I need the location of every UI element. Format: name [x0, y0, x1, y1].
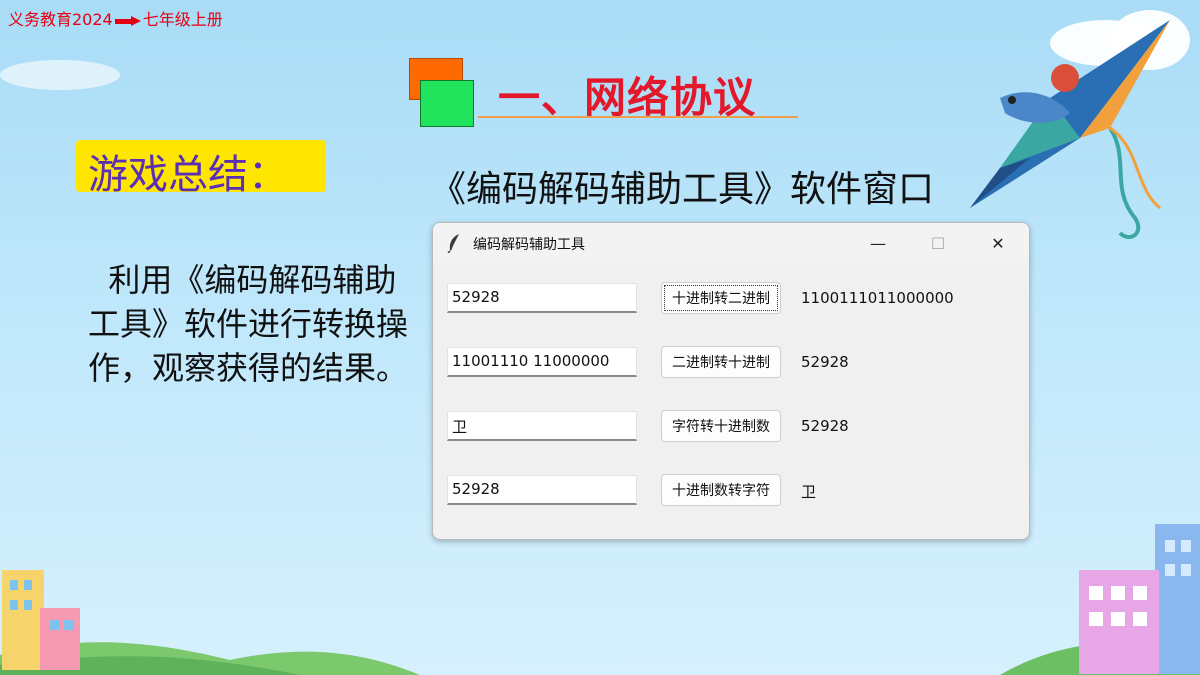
binary-to-decimal-button[interactable]: 二进制转十进制: [661, 346, 781, 378]
binary-input[interactable]: 11001110 11000000: [447, 347, 637, 377]
decimal-result: 52928: [801, 353, 849, 371]
breadcrumb: 义务教育2024 七年级上册: [8, 6, 223, 30]
binary-result: 1100111011000000: [801, 289, 954, 307]
cloud-decoration: [0, 60, 120, 90]
character-input[interactable]: 卫: [447, 411, 637, 441]
decimal-input[interactable]: 52928: [447, 283, 637, 313]
character-result: 卫: [801, 483, 817, 501]
minimize-button[interactable]: —: [855, 229, 901, 257]
window-titlebar[interactable]: 编码解码辅助工具 — ☐ ✕: [433, 223, 1029, 263]
maximize-button[interactable]: ☐: [915, 229, 961, 257]
arrow-right-icon: [114, 16, 141, 26]
window-caption: 《编码解码辅助工具》软件窗口: [430, 169, 935, 210]
summary-badge: 游戏总结：: [76, 140, 326, 198]
breadcrumb-item-grade: 七年级上册: [142, 10, 223, 29]
breadcrumb-item-course: 义务教育2024: [8, 10, 113, 29]
title-underline: [478, 116, 798, 118]
feather-icon: [447, 234, 459, 253]
char-to-decimal-button[interactable]: 字符转十进制数: [661, 410, 781, 442]
summary-badge-label: 游戏总结：: [88, 152, 288, 198]
title-square-green: [420, 80, 474, 127]
close-button[interactable]: ✕: [975, 229, 1021, 257]
decimal-to-binary-button[interactable]: 十进制转二进制: [661, 282, 781, 314]
decimal-code-input[interactable]: 52928: [447, 475, 637, 505]
decimal-to-char-button[interactable]: 十进制数转字符: [661, 474, 781, 506]
char-code-result: 52928: [801, 417, 849, 435]
buildings-left-illustration: [2, 570, 80, 670]
window-title: 编码解码辅助工具: [473, 237, 585, 253]
instruction-text: 利用《编码解码辅助工具》软件进行转换操作，观察获得的结果。: [88, 261, 409, 387]
kite-illustration: [970, 20, 1170, 239]
buildings-right-illustration: [1079, 524, 1200, 674]
hills-decoration: [0, 642, 1200, 675]
app-window: 编码解码辅助工具 — ☐ ✕ 52928 十进制转二进制 11001110110…: [432, 222, 1030, 540]
